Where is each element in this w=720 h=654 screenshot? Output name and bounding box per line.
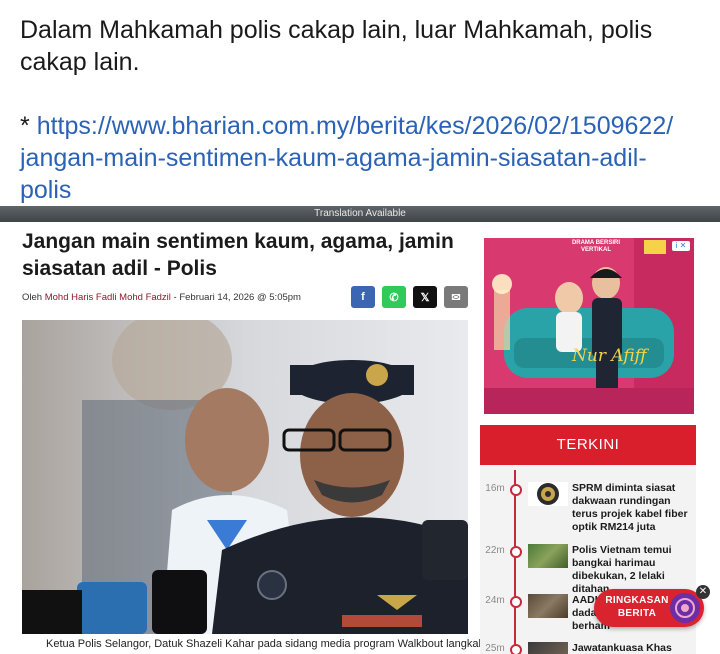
link-part-1[interactable]: https://www.bharian.com.my/berita/kes/20… (37, 112, 673, 140)
whatsapp-icon: ✆ (389, 291, 399, 304)
ad-artwork (484, 238, 694, 414)
feed-thumbnail (528, 482, 568, 506)
article-title: Jangan main sentimen kaum, agama, jamin … (22, 228, 472, 282)
timeline-dot (510, 644, 522, 654)
ringkasan-line-2: BERITA (617, 608, 657, 619)
post-line-1: Dalam Mahkamah polis cakap lain, luar Ma… (20, 16, 653, 44)
whatsapp-share-button[interactable]: ✆ (382, 286, 406, 308)
post-link[interactable]: * https://www.bharian.com.my/berita/kes/… (20, 110, 710, 206)
feed-thumbnail (528, 594, 568, 618)
feed-time: 22m (485, 545, 505, 556)
ringkasan-close-icon[interactable]: ✕ (696, 585, 710, 599)
ad-top-label: DRAMA BERSIRI VERTIKAL (571, 240, 621, 253)
article-title-line-1: Jangan main sentimen kaum, agama, jamin (22, 230, 454, 253)
feed-time: 24m (485, 595, 505, 606)
ad-title: Nur Afiff (572, 346, 647, 366)
ringkasan-icon (670, 593, 700, 623)
facebook-icon: f (361, 291, 365, 303)
x-icon: 𝕏 (420, 291, 430, 304)
author-link[interactable]: Mohd Haris Fadli Mohd Fadzil (45, 292, 171, 303)
article-screenshot: Translation Available Jangan main sentim… (0, 206, 720, 654)
timeline-dot (510, 546, 522, 558)
publish-date: - Februari 14, 2026 @ 5:05pm (170, 292, 301, 303)
timeline-dot (510, 596, 522, 608)
email-share-button[interactable]: ✉ (444, 286, 468, 308)
bullet: * (20, 112, 30, 140)
ringkasan-berita-button[interactable]: RINGKASAN BERITA (594, 589, 704, 627)
byline: Oleh Mohd Haris Fadli Mohd Fadzil - Febr… (22, 292, 301, 303)
post-line-2: cakap lain. (20, 48, 140, 76)
link-part-2[interactable]: jangan-main-sentimen-kaum-agama-jamin-si… (20, 144, 647, 172)
x-share-button[interactable]: 𝕏 (413, 286, 437, 308)
article-title-line-2: siasatan adil - Polis (22, 257, 217, 280)
ad-choices-icon[interactable]: i ✕ (672, 241, 690, 251)
timeline-line (514, 470, 516, 654)
byline-prefix: Oleh (22, 292, 43, 303)
article-photo (22, 320, 468, 634)
facebook-share-button[interactable]: f (351, 286, 375, 308)
email-icon: ✉ (451, 291, 461, 304)
advertisement-banner[interactable]: DRAMA BERSIRI VERTIKAL Nur Afiff i ✕ (484, 238, 694, 414)
ringkasan-label: RINGKASAN BERITA (602, 594, 672, 620)
feed-time: 16m (485, 483, 505, 494)
feed-time: 25m (485, 643, 505, 654)
photo-caption: Ketua Polis Selangor, Datuk Shazeli Kaha… (46, 638, 485, 650)
terkini-header: TERKINI (480, 425, 696, 465)
photo-illustration (22, 320, 468, 634)
feed-thumbnail (528, 544, 568, 568)
post-text: Dalam Mahkamah polis cakap lain, luar Ma… (20, 14, 710, 206)
feed-thumbnail (528, 642, 568, 654)
ringkasan-line-1: RINGKASAN (605, 595, 669, 606)
translation-bar[interactable]: Translation Available (0, 206, 720, 222)
link-part-3[interactable]: polis (20, 176, 71, 204)
feed-title[interactable]: SPRM diminta siasat dakwaan rundingan te… (572, 482, 694, 534)
feed-title[interactable]: Jawatankuasa Khas (572, 642, 694, 654)
timeline-dot (510, 484, 522, 496)
